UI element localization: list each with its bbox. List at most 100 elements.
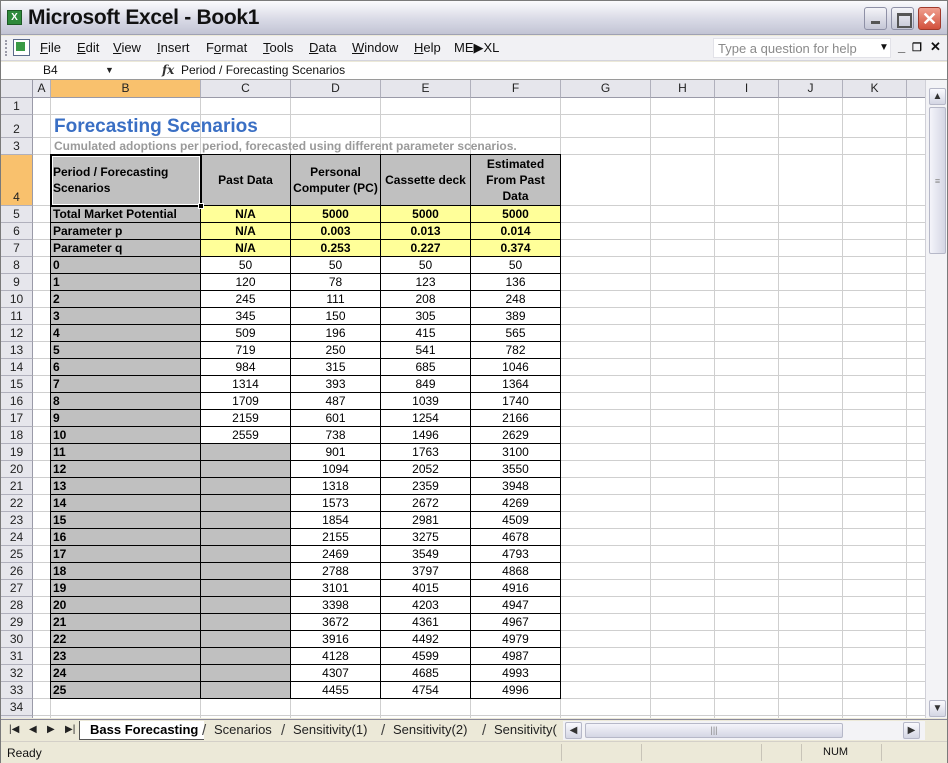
name-box[interactable]: B4 <box>3 62 99 79</box>
horizontal-scroll-thumb[interactable]: ||| <box>585 723 843 738</box>
worksheet-grid[interactable]: A B C D E F G H I J K 1 2 3 4 5 6 7 8 9 10 11 12 13 14 15 16 17 18 19… <box>1 80 925 718</box>
pc-forecast-cell[interactable]: 3916 <box>290 630 381 648</box>
estimated-forecast-cell[interactable]: 4993 <box>470 664 561 682</box>
cassette-forecast-cell[interactable]: 50 <box>380 256 471 274</box>
column-header-overflow[interactable] <box>907 80 925 98</box>
period-label-cell[interactable]: 22 <box>50 630 201 648</box>
past-data-cell[interactable] <box>200 477 291 495</box>
estimated-forecast-cell[interactable]: 4967 <box>470 613 561 631</box>
cassette-forecast-cell[interactable]: 2359 <box>380 477 471 495</box>
period-label-cell[interactable]: 13 <box>50 477 201 495</box>
cassette-forecast-cell[interactable]: 208 <box>380 290 471 308</box>
past-data-cell[interactable] <box>200 443 291 461</box>
sheet-tab-sensitivity[interactable]: Sensitivity( <box>484 721 563 740</box>
toolbar-grip-handle[interactable] <box>5 40 8 56</box>
row-header-16[interactable]: 16 <box>1 393 33 410</box>
pc-forecast-cell[interactable]: 111 <box>290 290 381 308</box>
cassette-forecast-cell[interactable]: 415 <box>380 324 471 342</box>
row-header-19[interactable]: 19 <box>1 444 33 461</box>
period-label-cell[interactable]: 10 <box>50 426 201 444</box>
row-header-34[interactable]: 34 <box>1 699 33 716</box>
column-header-f[interactable]: F <box>471 80 561 98</box>
period-label-cell[interactable]: 18 <box>50 562 201 580</box>
param-label-cell[interactable]: Parameter p <box>50 222 201 240</box>
pc-forecast-cell[interactable]: 3672 <box>290 613 381 631</box>
row-header-22[interactable]: 22 <box>1 495 33 512</box>
excel-icon[interactable]: X <box>7 10 22 25</box>
cassette-forecast-cell[interactable]: 1763 <box>380 443 471 461</box>
estimated-forecast-cell[interactable]: 50 <box>470 256 561 274</box>
param-value-cell[interactable]: 5000 <box>470 205 561 223</box>
past-data-cell[interactable]: 1709 <box>200 392 291 410</box>
cassette-forecast-cell[interactable]: 3549 <box>380 545 471 563</box>
column-header-g[interactable]: G <box>561 80 651 98</box>
cassette-forecast-cell[interactable]: 305 <box>380 307 471 325</box>
row-header-24[interactable]: 24 <box>1 529 33 546</box>
row-header-4[interactable]: 4 <box>1 155 33 206</box>
sheet-tab-scenarios[interactable]: Scenarios <box>204 721 278 740</box>
row-header-25[interactable]: 25 <box>1 546 33 563</box>
menu-data[interactable]: Data <box>309 40 336 55</box>
period-label-cell[interactable]: 14 <box>50 494 201 512</box>
function-icon[interactable]: fx <box>162 63 174 77</box>
estimated-forecast-cell[interactable]: 4996 <box>470 681 561 699</box>
vertical-scroll-thumb[interactable]: ≡ <box>929 107 946 254</box>
param-value-cell[interactable]: N/A <box>200 222 291 240</box>
name-box-dropdown-icon[interactable]: ▼ <box>105 65 114 75</box>
estimated-forecast-cell[interactable]: 3100 <box>470 443 561 461</box>
past-data-cell[interactable] <box>200 460 291 478</box>
cassette-forecast-cell[interactable]: 4361 <box>380 613 471 631</box>
estimated-forecast-cell[interactable]: 2629 <box>470 426 561 444</box>
estimated-forecast-cell[interactable]: 4793 <box>470 545 561 563</box>
column-header-j[interactable]: J <box>779 80 843 98</box>
cassette-forecast-cell[interactable]: 1039 <box>380 392 471 410</box>
column-header-i[interactable]: I <box>715 80 779 98</box>
pc-forecast-cell[interactable]: 2788 <box>290 562 381 580</box>
row-header-21[interactable]: 21 <box>1 478 33 495</box>
column-header-k[interactable]: K <box>843 80 907 98</box>
cassette-forecast-cell[interactable]: 1496 <box>380 426 471 444</box>
pc-forecast-cell[interactable]: 250 <box>290 341 381 359</box>
param-value-cell[interactable]: 0.227 <box>380 239 471 257</box>
workbook-close-button[interactable]: ✕ <box>930 39 941 55</box>
last-sheet-button[interactable]: ▶| <box>65 724 75 735</box>
pc-forecast-cell[interactable]: 4307 <box>290 664 381 682</box>
workbook-restore-button[interactable]: ❐ <box>912 41 922 54</box>
past-data-cell[interactable]: 50 <box>200 256 291 274</box>
pc-forecast-cell[interactable]: 315 <box>290 358 381 376</box>
cassette-forecast-cell[interactable]: 4492 <box>380 630 471 648</box>
select-all-button[interactable] <box>1 80 33 98</box>
estimated-forecast-cell[interactable]: 389 <box>470 307 561 325</box>
menu-tools[interactable]: Tools <box>263 40 293 55</box>
workbook-icon[interactable] <box>13 39 30 56</box>
past-data-cell[interactable]: 2559 <box>200 426 291 444</box>
pc-forecast-cell[interactable]: 4128 <box>290 647 381 665</box>
period-label-cell[interactable]: 25 <box>50 681 201 699</box>
period-label-cell[interactable]: 24 <box>50 664 201 682</box>
past-data-cell[interactable] <box>200 664 291 682</box>
past-data-cell[interactable]: 345 <box>200 307 291 325</box>
past-data-cell[interactable] <box>200 613 291 631</box>
estimated-forecast-cell[interactable]: 4269 <box>470 494 561 512</box>
cassette-forecast-cell[interactable]: 849 <box>380 375 471 393</box>
row-header-27[interactable]: 27 <box>1 580 33 597</box>
past-data-cell[interactable]: 120 <box>200 273 291 291</box>
estimated-forecast-cell[interactable]: 1046 <box>470 358 561 376</box>
pc-forecast-cell[interactable]: 1318 <box>290 477 381 495</box>
sheet-tab-sensitivity-1[interactable]: Sensitivity(1) <box>283 721 373 740</box>
pc-forecast-cell[interactable]: 738 <box>290 426 381 444</box>
next-sheet-button[interactable]: ▶ <box>47 724 55 735</box>
estimated-forecast-cell[interactable]: 3550 <box>470 460 561 478</box>
cassette-forecast-cell[interactable]: 4015 <box>380 579 471 597</box>
pc-forecast-cell[interactable]: 1854 <box>290 511 381 529</box>
row-header-11[interactable]: 11 <box>1 308 33 325</box>
past-data-cell[interactable] <box>200 494 291 512</box>
scroll-left-button[interactable]: ◀ <box>565 722 582 739</box>
table-header-cell[interactable]: Period / Forecasting Scenarios <box>50 154 201 206</box>
estimated-forecast-cell[interactable]: 4916 <box>470 579 561 597</box>
period-label-cell[interactable]: 15 <box>50 511 201 529</box>
estimated-forecast-cell[interactable]: 4979 <box>470 630 561 648</box>
close-button[interactable]: ✕ <box>918 7 941 30</box>
past-data-cell[interactable] <box>200 596 291 614</box>
row-header-15[interactable]: 15 <box>1 376 33 393</box>
